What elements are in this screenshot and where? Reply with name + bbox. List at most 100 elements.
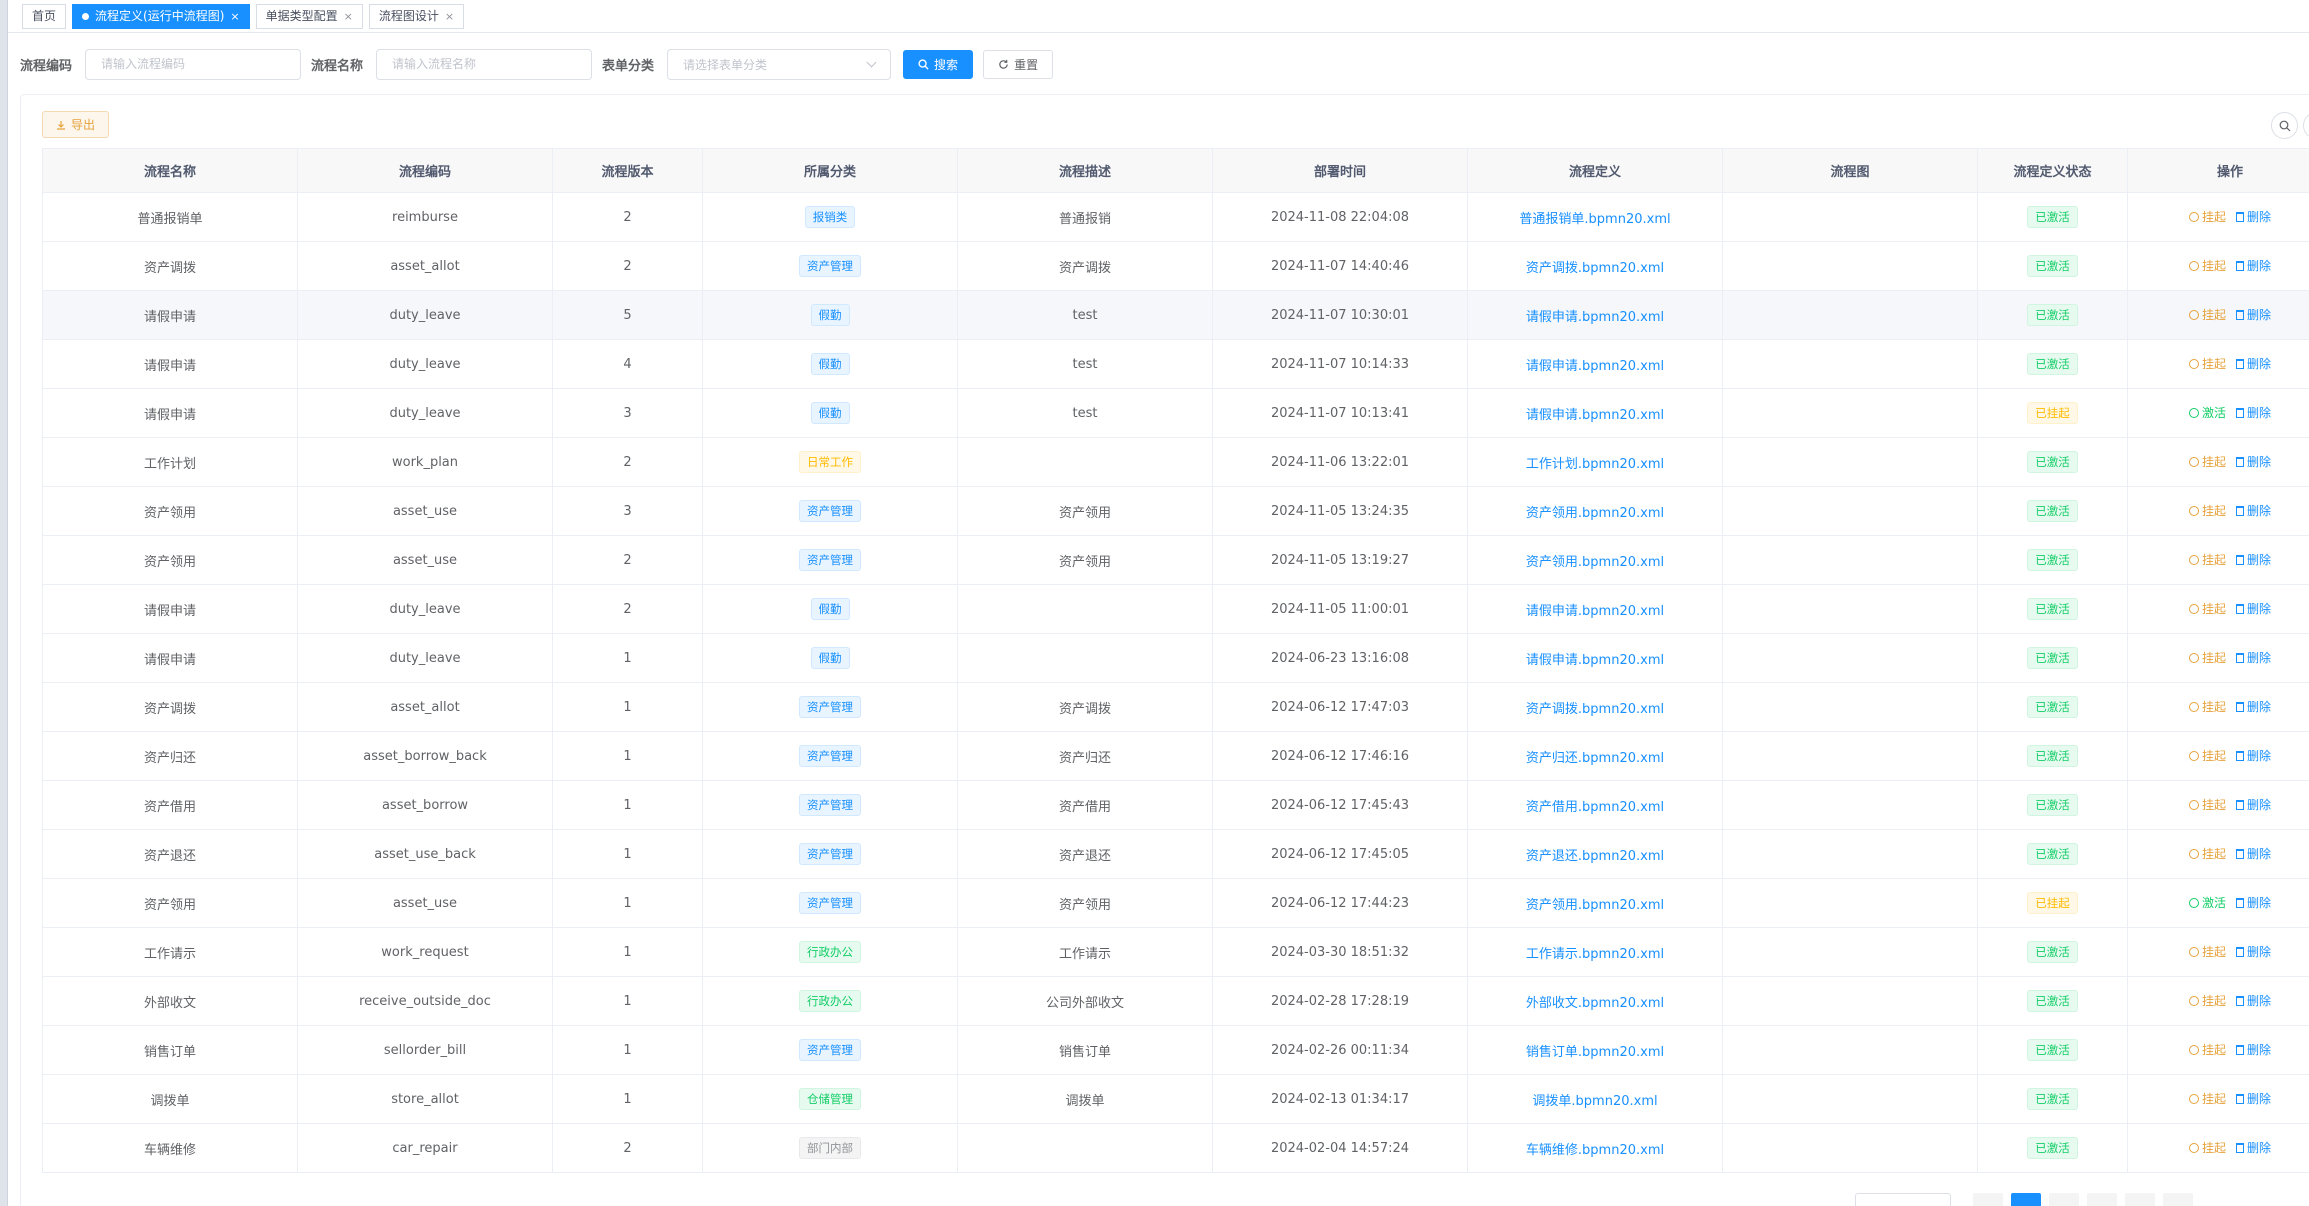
col-header[interactable]: 操作 <box>2127 148 2309 193</box>
page-button[interactable] <box>2049 1193 2079 1206</box>
delete-button[interactable]: 删除 <box>2236 698 2271 715</box>
definition-file-link[interactable]: 请假申请.bpmn20.xml <box>1526 408 1664 423</box>
definition-file-link[interactable]: 资产领用.bpmn20.xml <box>1526 506 1664 521</box>
col-header[interactable]: 流程定义 <box>1467 148 1723 193</box>
suspend-button[interactable]: 挂起 <box>2188 453 2226 470</box>
page-button[interactable] <box>2163 1193 2193 1206</box>
table-row[interactable]: 调拨单 store_allot 1 仓储管理 调拨单 2024-02-13 01:34:1… <box>42 1074 2309 1124</box>
suspend-button[interactable]: 挂起 <box>2188 257 2226 274</box>
delete-button[interactable]: 删除 <box>2236 306 2271 323</box>
col-header[interactable]: 流程定义状态 <box>1977 148 2128 193</box>
category-select[interactable]: 请选择表单分类 <box>667 48 892 80</box>
suspend-button[interactable]: 挂起 <box>2188 698 2226 715</box>
delete-button[interactable]: 删除 <box>2236 845 2271 862</box>
tab-process-definition[interactable]: 流程定义(运行中流程图) × <box>72 3 250 29</box>
definition-file-link[interactable]: 资产领用.bpmn20.xml <box>1526 555 1664 570</box>
close-icon[interactable]: × <box>344 5 353 28</box>
col-header[interactable]: 所属分类 <box>702 148 958 193</box>
close-icon[interactable]: × <box>230 5 239 28</box>
definition-file-link[interactable]: 资产借用.bpmn20.xml <box>1526 800 1664 815</box>
delete-button[interactable]: 删除 <box>2236 502 2271 519</box>
page-button[interactable] <box>2125 1193 2155 1206</box>
col-header[interactable]: 流程名称 <box>42 148 298 193</box>
suspend-button[interactable]: 挂起 <box>2188 649 2226 666</box>
delete-button[interactable]: 删除 <box>2236 1139 2271 1156</box>
code-input[interactable] <box>85 48 302 80</box>
col-header[interactable]: 流程图 <box>1722 148 1978 193</box>
name-input[interactable] <box>376 48 593 80</box>
delete-button[interactable]: 删除 <box>2236 649 2271 666</box>
definition-file-link[interactable]: 资产领用.bpmn20.xml <box>1526 898 1664 913</box>
delete-button[interactable]: 删除 <box>2236 1090 2271 1107</box>
col-header[interactable]: 流程描述 <box>957 148 1213 193</box>
suspend-button[interactable]: 挂起 <box>2188 845 2226 862</box>
table-row[interactable]: 资产调拨 asset_allot 2 资产管理 资产调拨 2024-11-07 14:40… <box>42 241 2309 291</box>
delete-button[interactable]: 删除 <box>2236 747 2271 764</box>
search-toggle-button[interactable] <box>2271 112 2298 139</box>
table-row[interactable]: 资产借用 asset_borrow 1 资产管理 资产借用 2024-06-12 17:4… <box>42 780 2309 830</box>
suspend-button[interactable]: 挂起 <box>2188 502 2226 519</box>
table-row[interactable]: 销售订单 sellorder_bill 1 资产管理 销售订单 2024-02-26 00… <box>42 1025 2309 1075</box>
delete-button[interactable]: 删除 <box>2236 453 2271 470</box>
col-header[interactable]: 流程编码 <box>297 148 553 193</box>
table-row[interactable]: 工作请示 work_request 1 行政办公 工作请示 2024-03-30 18:5… <box>42 927 2309 977</box>
refresh-table-button[interactable] <box>2303 112 2309 139</box>
delete-button[interactable]: 删除 <box>2236 1041 2271 1058</box>
definition-file-link[interactable]: 请假申请.bpmn20.xml <box>1526 310 1664 325</box>
page-button[interactable] <box>2087 1193 2117 1206</box>
suspend-button[interactable]: 挂起 <box>2188 1041 2226 1058</box>
suspend-button[interactable]: 挂起 <box>2188 796 2226 813</box>
col-header[interactable]: 流程版本 <box>552 148 703 193</box>
definition-file-link[interactable]: 资产退还.bpmn20.xml <box>1526 849 1664 864</box>
delete-button[interactable]: 删除 <box>2236 257 2271 274</box>
activate-button[interactable]: 激活 <box>2188 894 2226 911</box>
delete-button[interactable]: 删除 <box>2236 404 2271 421</box>
page-1-button[interactable] <box>2011 1193 2041 1206</box>
suspend-button[interactable]: 挂起 <box>2188 355 2226 372</box>
delete-button[interactable]: 删除 <box>2236 992 2271 1009</box>
delete-button[interactable]: 删除 <box>2236 551 2271 568</box>
definition-file-link[interactable]: 车辆维修.bpmn20.xml <box>1526 1143 1664 1158</box>
suspend-button[interactable]: 挂起 <box>2188 306 2226 323</box>
table-row[interactable]: 资产退还 asset_use_back 1 资产管理 资产退还 2024-06-12 17… <box>42 829 2309 879</box>
table-row[interactable]: 请假申请 duty_leave 2 假勤 2024-11-05 11:00:01 请假申请… <box>42 584 2309 634</box>
definition-file-link[interactable]: 工作请示.bpmn20.xml <box>1526 947 1664 962</box>
definition-file-link[interactable]: 资产调拨.bpmn20.xml <box>1526 261 1664 276</box>
table-row[interactable]: 工作计划 work_plan 2 日常工作 2024-11-06 13:22:01 工作计… <box>42 437 2309 487</box>
activate-button[interactable]: 激活 <box>2188 404 2226 421</box>
prev-page-button[interactable] <box>1973 1193 2003 1206</box>
table-row[interactable]: 请假申请 duty_leave 5 假勤 test 2024-11-07 10:30:01… <box>42 290 2309 340</box>
suspend-button[interactable]: 挂起 <box>2188 992 2226 1009</box>
suspend-button[interactable]: 挂起 <box>2188 1139 2226 1156</box>
definition-file-link[interactable]: 资产归还.bpmn20.xml <box>1526 751 1664 766</box>
page-size-select[interactable] <box>1855 1193 1951 1206</box>
delete-button[interactable]: 删除 <box>2236 796 2271 813</box>
delete-button[interactable]: 删除 <box>2236 355 2271 372</box>
table-row[interactable]: 资产归还 asset_borrow_back 1 资产管理 资产归还 2024-06-12… <box>42 731 2309 781</box>
tab-home[interactable]: 首页 <box>22 3 67 29</box>
definition-file-link[interactable]: 销售订单.bpmn20.xml <box>1526 1045 1664 1060</box>
suspend-button[interactable]: 挂起 <box>2188 600 2226 617</box>
suspend-button[interactable]: 挂起 <box>2188 1090 2226 1107</box>
table-row[interactable]: 请假申请 duty_leave 4 假勤 test 2024-11-07 10:14:33… <box>42 339 2309 389</box>
table-row[interactable]: 普通报销单 reimburse 2 报销类 普通报销 2024-11-08 22:04:0… <box>42 192 2309 242</box>
suspend-button[interactable]: 挂起 <box>2188 551 2226 568</box>
table-row[interactable]: 外部收文 receive_outside_doc 1 行政办公 公司外部收文 2024-0… <box>42 976 2309 1026</box>
definition-file-link[interactable]: 资产调拨.bpmn20.xml <box>1526 702 1664 717</box>
definition-file-link[interactable]: 调拨单.bpmn20.xml <box>1532 1094 1657 1109</box>
table-row[interactable]: 资产调拨 asset_allot 1 资产管理 资产调拨 2024-06-12 17:47… <box>42 682 2309 732</box>
suspend-button[interactable]: 挂起 <box>2188 943 2226 960</box>
suspend-button[interactable]: 挂起 <box>2188 208 2226 225</box>
definition-file-link[interactable]: 外部收文.bpmn20.xml <box>1526 996 1664 1011</box>
table-row[interactable]: 请假申请 duty_leave 3 假勤 test 2024-11-07 10:13:41… <box>42 388 2309 438</box>
tab-bill-type-config[interactable]: 单据类型配置 × <box>255 3 363 29</box>
definition-file-link[interactable]: 请假申请.bpmn20.xml <box>1526 359 1664 374</box>
delete-button[interactable]: 删除 <box>2236 208 2271 225</box>
table-row[interactable]: 资产领用 asset_use 3 资产管理 资产领用 2024-11-05 13:24:3… <box>42 486 2309 536</box>
table-row[interactable]: 资产领用 asset_use 2 资产管理 资产领用 2024-11-05 13:19:2… <box>42 535 2309 585</box>
definition-file-link[interactable]: 请假申请.bpmn20.xml <box>1526 604 1664 619</box>
delete-button[interactable]: 删除 <box>2236 943 2271 960</box>
tab-flow-design[interactable]: 流程图设计 × <box>368 3 465 29</box>
reset-button[interactable]: 重置 <box>983 49 1054 79</box>
col-header[interactable]: 部署时间 <box>1212 148 1468 193</box>
